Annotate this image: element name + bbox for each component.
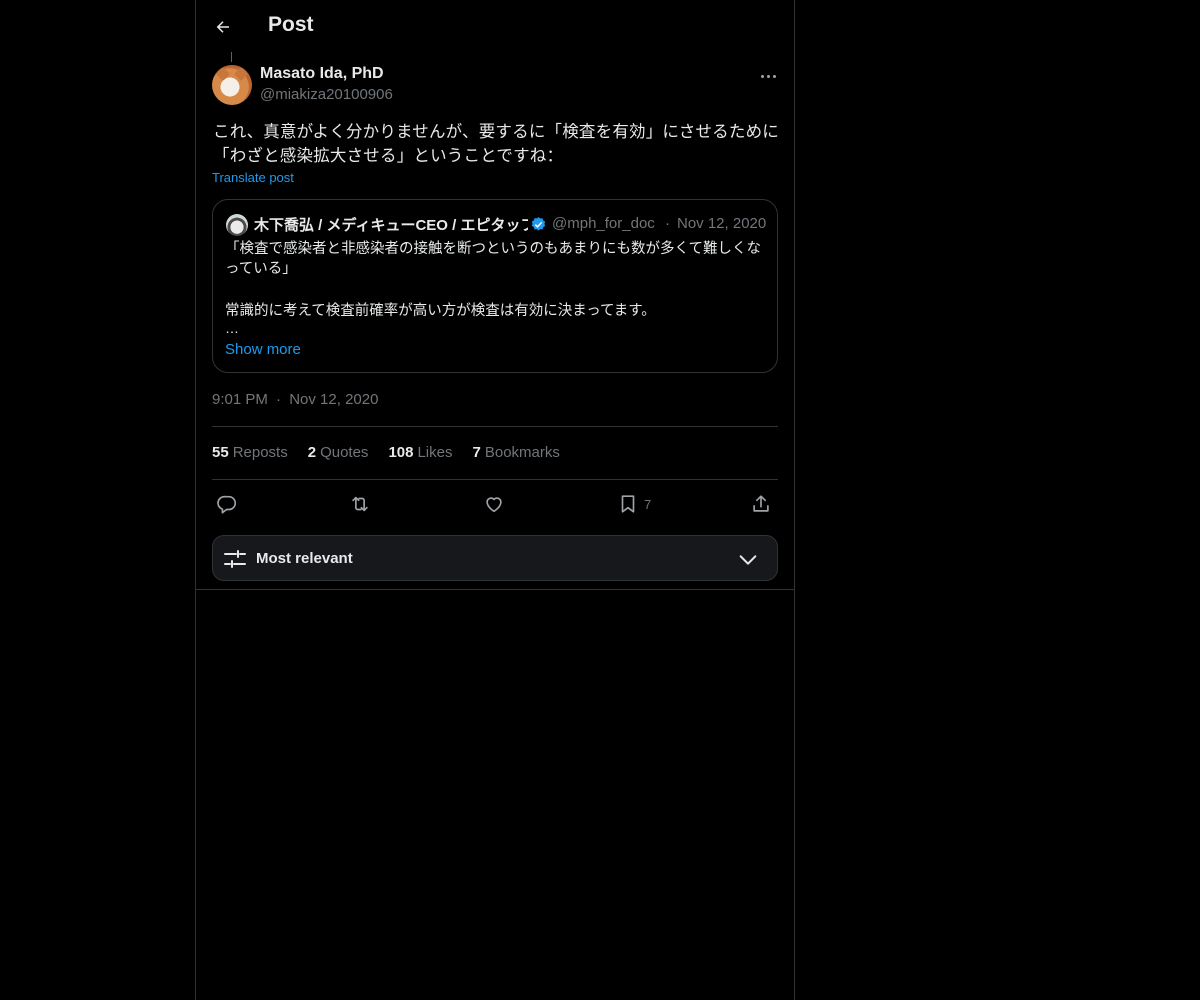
post-stats: 55 Reposts 2 Quotes 108 Likes 7 Bookmarks	[212, 444, 560, 461]
post-time: 9:01 PM	[212, 391, 268, 408]
quote-text: 「検査で感染者と非感染者の接触を断つというのもあまりにも数が多くて難しくなってい…	[225, 241, 762, 277]
quote-date[interactable]: Nov 12, 2020	[677, 215, 766, 232]
quotes-label: Quotes	[320, 444, 369, 461]
repost-button[interactable]	[349, 492, 373, 516]
share-button[interactable]	[750, 492, 774, 516]
reposts-label: Reposts	[232, 444, 288, 461]
likes-stat[interactable]: 108 Likes	[388, 444, 452, 461]
back-button[interactable]	[208, 12, 238, 42]
back-arrow-icon	[216, 21, 229, 33]
author-name[interactable]: Masato Ida, PhD	[260, 65, 384, 83]
quote-separator: ·	[665, 215, 670, 232]
likes-count: 108	[388, 444, 414, 461]
more-button[interactable]	[756, 66, 780, 86]
page-title: Post	[268, 13, 314, 36]
quotes-count: 2	[307, 444, 317, 461]
quoted-post[interactable]: 木下喬弘 / メディキューCEO / エピタッフ @mph_for_doc · …	[212, 199, 778, 373]
like-button[interactable]	[483, 492, 507, 516]
reply-icon	[217, 495, 237, 514]
action-bar: 7	[212, 488, 778, 518]
reposts-count: 55	[212, 444, 229, 461]
avatar[interactable]	[212, 65, 252, 105]
reposts-stat[interactable]: 55 Reposts	[212, 444, 288, 461]
post-date: Nov 12, 2020	[289, 391, 379, 408]
thread-connector	[231, 52, 232, 62]
divider	[212, 479, 778, 480]
bookmarks-stat[interactable]: 7 Bookmarks	[473, 444, 560, 461]
like-icon	[486, 497, 502, 513]
show-more-link[interactable]: Show more	[225, 341, 301, 358]
sliders-icon	[224, 550, 246, 568]
divider	[212, 426, 778, 427]
post-text: これ、真意がよく分かりませんが、要するに「検査を有効」にさせるために「わざと感染…	[213, 123, 779, 165]
post-timestamp[interactable]: 9:01 PM · Nov 12, 2020	[212, 391, 378, 408]
repost-icon	[352, 496, 368, 512]
quotes-stat[interactable]: 2 Quotes	[308, 444, 369, 461]
quote-avatar	[226, 214, 248, 236]
share-icon	[753, 495, 769, 512]
quote-author-handle: @mph_for_doc	[552, 215, 655, 232]
sort-replies-dropdown[interactable]: Most relevant	[212, 535, 778, 581]
sort-label: Most relevant	[256, 550, 353, 567]
quote-text-line: 常識的に考えて検査前確率が高い方が検査は有効に決まってます。	[225, 303, 656, 319]
author-handle[interactable]: @miakiza20100906	[260, 86, 393, 103]
bookmarks-count: 7	[472, 444, 481, 461]
likes-label: Likes	[417, 444, 453, 461]
quote-ellipsis: …	[225, 320, 239, 336]
quote-author-name: 木下喬弘 / メディキューCEO / エピタッフ	[254, 217, 528, 234]
more-icon	[760, 74, 764, 78]
bookmark-icon	[621, 495, 635, 513]
timestamp-separator: ·	[276, 391, 282, 408]
verified-icon	[531, 217, 546, 231]
bookmarks-label: Bookmarks	[484, 444, 560, 461]
translate-post-link[interactable]: Translate post	[212, 170, 294, 185]
bookmark-button[interactable]	[617, 492, 641, 516]
divider	[196, 589, 794, 590]
bookmark-count: 7	[644, 497, 652, 512]
reply-button[interactable]	[216, 492, 240, 516]
main-column: Post Masato Ida, PhD @miakiza20100906 これ…	[195, 0, 795, 1000]
chevron-down-icon	[739, 555, 757, 565]
header: Post	[196, 0, 794, 54]
